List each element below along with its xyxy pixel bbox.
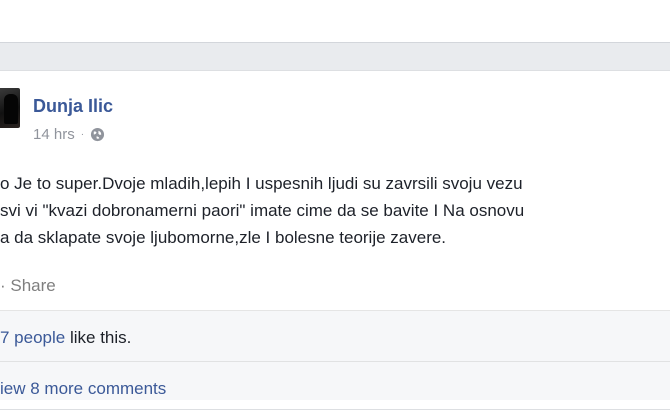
post-body: o Je to super.Dvoje mladih,lepih I uspes… xyxy=(0,170,670,251)
post-text-line: a da sklapate svoje ljubomorne,zle I bol… xyxy=(0,228,447,247)
avatar[interactable] xyxy=(0,88,20,128)
likes-people-link[interactable]: 7 people xyxy=(0,328,65,347)
post-timestamp[interactable]: 14 hrs xyxy=(33,126,75,143)
likes-summary: 7 people like this. xyxy=(0,328,131,348)
globe-icon[interactable] xyxy=(90,127,105,142)
share-link[interactable]: · Share xyxy=(0,276,56,296)
top-bar xyxy=(0,0,670,43)
post-meta: 14 hrs · xyxy=(33,126,105,143)
post-text-line: o Je to super.Dvoje mladih,lepih I uspes… xyxy=(0,174,523,193)
post-author-name[interactable]: Dunja Ilic xyxy=(33,96,113,117)
meta-separator: · xyxy=(80,129,85,140)
avatar-image xyxy=(4,94,18,124)
view-more-comments-link[interactable]: iew 8 more comments xyxy=(0,379,166,399)
post-text-line: svi vi "kvazi dobronamerni paori" imate … xyxy=(0,201,525,220)
likes-suffix: like this. xyxy=(65,328,132,347)
